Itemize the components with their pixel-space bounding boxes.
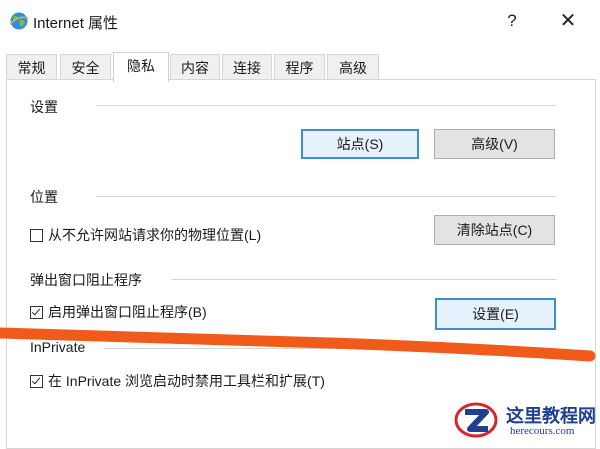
tab-general[interactable]: 常规 [6, 54, 57, 80]
tab-strip: 常规 安全 隐私 内容 连接 程序 高级 [6, 52, 596, 82]
location-group-divider [96, 196, 556, 197]
advanced-button[interactable]: 高级(V) [434, 129, 555, 159]
popup-checkbox[interactable] [30, 305, 43, 319]
sites-button[interactable]: 站点(S) [301, 129, 419, 159]
inprivate-checkbox-row[interactable]: 在 InPrivate 浏览启动时禁用工具栏和扩展(T) [30, 371, 325, 391]
popup-group-divider [172, 279, 556, 280]
popup-checkbox-label: 启用弹出窗口阻止程序(B) [48, 304, 207, 320]
tab-content[interactable]: 内容 [170, 54, 220, 80]
settings-group-divider [96, 105, 556, 106]
inprivate-checkbox-label: 在 InPrivate 浏览启动时禁用工具栏和扩展(T) [48, 373, 325, 389]
watermark: 这里教程网 herecours.com [454, 398, 600, 443]
inprivate-checkbox[interactable] [30, 374, 43, 388]
clear-sites-button[interactable]: 清除站点(C) [434, 215, 555, 245]
location-group-label: 位置 [30, 187, 64, 207]
location-checkbox-label: 从不允许网站请求你的物理位置(L) [48, 227, 262, 243]
inprivate-group-divider [104, 348, 556, 349]
location-checkbox-row[interactable]: 从不允许网站请求你的物理位置(L) [30, 225, 261, 245]
watermark-subtitle: herecours.com [510, 425, 575, 437]
tab-programs[interactable]: 程序 [274, 54, 325, 80]
tab-security[interactable]: 安全 [60, 54, 111, 80]
watermark-logo-icon [454, 402, 498, 438]
close-button[interactable]: ✕ [553, 8, 583, 34]
settings-group-label: 设置 [30, 97, 64, 117]
tab-advanced[interactable]: 高级 [327, 54, 379, 80]
internet-options-globe-icon [9, 12, 29, 30]
tab-privacy[interactable]: 隐私 [113, 52, 169, 82]
window-title: Internet 属性 [33, 15, 119, 32]
popup-checkbox-row[interactable]: 启用弹出窗口阻止程序(B) [30, 302, 207, 322]
popup-group-label: 弹出窗口阻止程序 [30, 270, 148, 290]
tab-connections[interactable]: 连接 [222, 54, 272, 80]
popup-settings-button[interactable]: 设置(E) [435, 298, 556, 330]
location-checkbox[interactable] [30, 228, 43, 242]
help-button[interactable]: ? [497, 8, 527, 34]
title-bar: Internet 属性 ? ✕ [0, 0, 600, 44]
inprivate-group-label: InPrivate [30, 339, 92, 355]
